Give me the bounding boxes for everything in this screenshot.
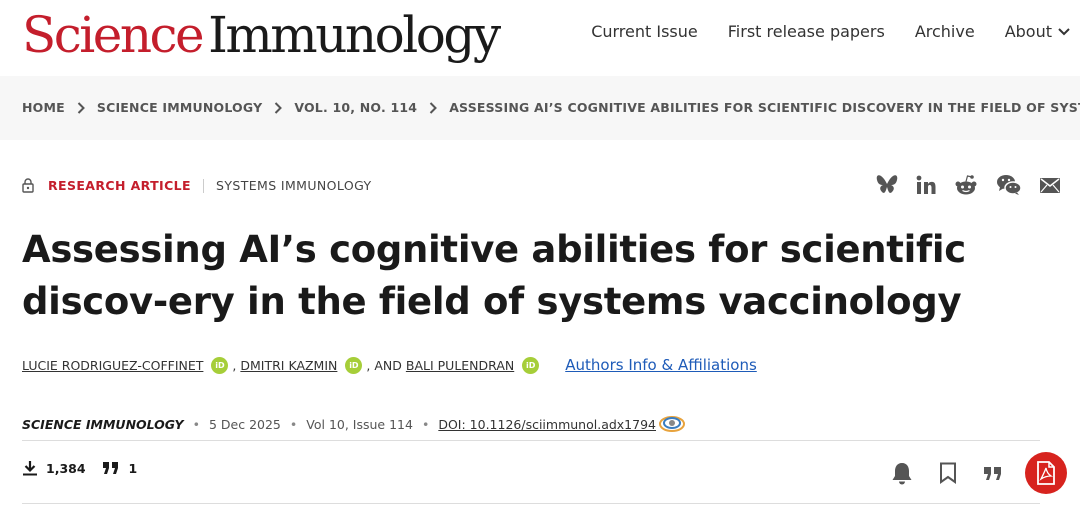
nav-archive[interactable]: Archive (915, 22, 975, 41)
main-nav: Current Issue First release papers Archi… (561, 22, 1070, 41)
bullet: • (192, 416, 200, 432)
author-separator: , (232, 357, 237, 373)
breadcrumb-current: ASSESSING AI’S COGNITIVE ABILITIES FOR S… (449, 100, 1080, 115)
site-header: Science Immunology Current Issue First re… (0, 0, 1080, 76)
breadcrumb-journal[interactable]: SCIENCE IMMUNOLOGY (97, 100, 262, 115)
article-metrics: 1,384 1 (22, 460, 137, 476)
nav-about[interactable]: About (1005, 22, 1070, 41)
bell-icon[interactable] (891, 461, 913, 485)
wechat-icon[interactable] (996, 174, 1022, 196)
publication-date: 5 Dec 2025 (208, 416, 281, 432)
pdf-button[interactable] (1025, 452, 1067, 494)
author-list: LUCIE RODRIGUEZ-COFFINET iD , DMITRI KAZ… (22, 356, 757, 374)
chevron-right-icon (77, 101, 85, 114)
site-logo[interactable]: Science Immunology (22, 4, 501, 66)
author-name[interactable]: DMITRI KAZMIN (240, 358, 337, 373)
breadcrumb-home[interactable]: HOME (22, 100, 65, 115)
divider (202, 178, 204, 193)
nav-first-release[interactable]: First release papers (728, 22, 885, 41)
pdf-icon (1037, 461, 1055, 485)
bullet: • (421, 416, 430, 432)
orcid-icon[interactable]: iD (211, 356, 229, 374)
chevron-down-icon (1058, 27, 1070, 35)
cite-icon[interactable] (983, 466, 1003, 481)
publication-info: SCIENCE IMMUNOLOGY • 5 Dec 2025 • Vol 10… (22, 414, 686, 434)
authors-affiliations-link[interactable]: Authors Info & Affiliations (565, 356, 757, 374)
orcid-icon[interactable]: iD (345, 356, 363, 374)
volume-issue[interactable]: Vol 10, Issue 114 (306, 417, 413, 432)
divider (22, 440, 1040, 441)
linkedin-icon[interactable] (916, 175, 936, 195)
article-meta: RESEARCH ARTICLE SYSTEMS IMMUNOLOGY (22, 178, 372, 193)
lock-icon (22, 178, 34, 193)
share-bar (858, 174, 1060, 196)
nav-about-label: About (1004, 22, 1052, 41)
journal-name[interactable]: SCIENCE IMMUNOLOGY (22, 417, 184, 432)
download-icon (22, 460, 38, 476)
article-topic[interactable]: SYSTEMS IMMUNOLOGY (216, 178, 372, 193)
article-title: Assessing AI’s cognitive abilities for s… (22, 228, 966, 323)
orcid-icon[interactable]: iD (522, 356, 540, 374)
quote-icon (102, 461, 120, 475)
reddit-icon[interactable] (954, 174, 978, 196)
logo-immunology: Immunology (208, 6, 501, 64)
bullet: • (289, 416, 298, 432)
author-name[interactable]: BALI PULENDRAN (406, 358, 514, 373)
chevron-right-icon (274, 101, 283, 114)
author-name[interactable]: LUCIE RODRIGUEZ-COFFINET (22, 358, 203, 373)
breadcrumb-volume[interactable]: VOL. 10, NO. 114 (294, 100, 417, 115)
bluesky-icon[interactable] (876, 175, 898, 195)
bookmark-icon[interactable] (939, 462, 957, 484)
breadcrumb: HOME SCIENCE IMMUNOLOGY VOL. 10, NO. 114… (22, 100, 1080, 115)
article-type[interactable]: RESEARCH ARTICLE (48, 178, 191, 193)
logo-science: Science (22, 6, 205, 64)
email-icon[interactable] (1040, 177, 1060, 193)
chevron-right-icon (429, 101, 438, 114)
author-separator: , AND (366, 357, 402, 373)
citation-count: 1 (128, 460, 138, 476)
nav-current-issue[interactable]: Current Issue (591, 22, 698, 41)
doi-link[interactable]: DOI: 10.1126/sciimmunol.adx1794 (438, 417, 656, 432)
article-tools (865, 452, 1067, 494)
crossmark-icon[interactable] (658, 414, 686, 434)
download-count: 1,384 (46, 460, 86, 476)
divider (22, 503, 1040, 504)
